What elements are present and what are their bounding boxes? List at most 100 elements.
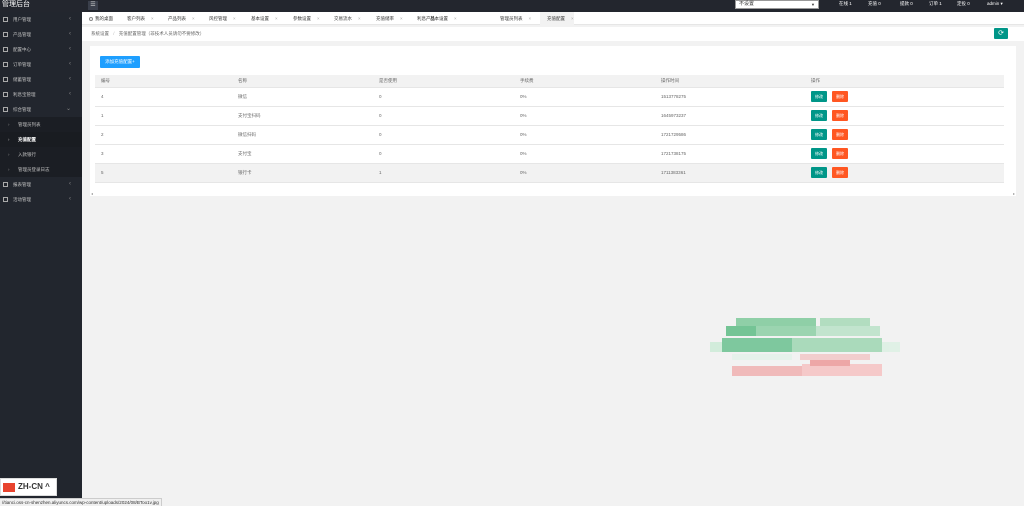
- chevron-down-icon: ⌄: [65, 106, 71, 112]
- sidebar-sub-bank[interactable]: › 入款银行: [0, 147, 82, 162]
- breadcrumb-current: 充值配置管理（非技术人员请勿不要修改）: [118, 31, 205, 36]
- menu-toggle-icon[interactable]: ☰: [88, 1, 98, 10]
- col-id: 编号: [95, 75, 238, 88]
- breadcrumb-root[interactable]: 系统设置: [91, 31, 109, 36]
- tab-params[interactable]: 参数设置 ×: [286, 12, 320, 25]
- chevron-left-icon: ‹: [69, 76, 71, 82]
- stat-fixed[interactable]: 定投 0: [957, 0, 970, 9]
- sidebar-item-activities[interactable]: 活动管理 ‹: [0, 192, 82, 207]
- table-row: 4 微信 0 0% 1513778275 修改 删除: [95, 87, 1004, 107]
- close-icon[interactable]: ×: [571, 16, 574, 21]
- stat-online[interactable]: 在线 1: [839, 0, 852, 9]
- edit-button[interactable]: 修改: [811, 167, 827, 178]
- top-select[interactable]: 不设置 ▼: [735, 0, 819, 9]
- tab-product-list[interactable]: 产品列表 ×: [161, 12, 195, 25]
- menu-icon: [3, 17, 8, 22]
- delete-button[interactable]: 删除: [832, 110, 848, 121]
- config-table: 编号 名称 是否使用 手续费 操作时间 操作 4 微信 0 0% 1513778…: [95, 75, 1004, 183]
- chevron-down-icon: ▼: [811, 2, 815, 7]
- edit-button[interactable]: 修改: [811, 129, 827, 140]
- user-menu[interactable]: admin ▾: [987, 0, 1003, 9]
- refresh-icon: ⟳: [998, 30, 1004, 37]
- edit-button[interactable]: 修改: [811, 91, 827, 102]
- chevron-right-icon: ›: [8, 167, 10, 172]
- sidebar-sub-login-log[interactable]: › 管理员登录日志: [0, 162, 82, 177]
- tab-admin-list[interactable]: 管理员列表 ×: [493, 12, 531, 25]
- refresh-button[interactable]: ⟳: [994, 28, 1008, 39]
- stat-recharge[interactable]: 充值 0: [868, 0, 881, 9]
- edit-button[interactable]: 修改: [811, 110, 827, 121]
- pixelated-watermark: [710, 318, 900, 376]
- chevron-left-icon: ‹: [69, 31, 71, 37]
- col-used: 是否使用: [379, 75, 520, 88]
- close-icon[interactable]: ×: [400, 16, 403, 21]
- chevron-right-icon: ›: [8, 122, 10, 127]
- stat-withdraw[interactable]: 提款 0: [900, 0, 913, 9]
- sidebar-item-users[interactable]: 用户管理 ‹: [0, 12, 82, 27]
- tab-transactions[interactable]: 交易流水 ×: [327, 12, 361, 25]
- chevron-right-icon: ›: [8, 137, 10, 142]
- table-row: 2 微信扫码 0 0% 1721729586 修改 删除: [95, 125, 1004, 145]
- top-select-value: 不设置: [739, 1, 755, 7]
- col-name: 名称: [238, 75, 379, 88]
- chevron-right-icon: ›: [8, 152, 10, 157]
- sidebar-sub-admins[interactable]: › 管理员列表: [0, 117, 82, 132]
- chevron-left-icon: ‹: [69, 61, 71, 67]
- stat-orders[interactable]: 订单 1: [929, 0, 942, 9]
- sidebar-sub-recharge-config[interactable]: › 充值配置: [0, 132, 82, 147]
- menu-icon: [3, 197, 8, 202]
- close-icon[interactable]: ×: [233, 16, 236, 21]
- chevron-left-icon: ‹: [69, 196, 71, 202]
- home-icon: [89, 16, 93, 21]
- menu-icon: [3, 47, 8, 52]
- tab-customers[interactable]: 客户列表 ×: [120, 12, 154, 25]
- add-recharge-config-button[interactable]: 添加充值配置+: [100, 56, 140, 68]
- delete-button[interactable]: 删除: [832, 129, 848, 140]
- delete-button[interactable]: 删除: [832, 167, 848, 178]
- breadcrumb: 系统设置 / 充值配置管理（非技术人员请勿不要修改）: [91, 31, 205, 36]
- close-icon[interactable]: ×: [358, 16, 361, 21]
- chevron-left-icon: ‹: [69, 181, 71, 187]
- close-icon[interactable]: ×: [192, 16, 195, 21]
- scroll-right-icon[interactable]: ▸: [1013, 191, 1015, 196]
- chevron-left-icon: ‹: [69, 91, 71, 97]
- col-actions: 操作: [811, 75, 1004, 88]
- sidebar-item-general[interactable]: 综合管理 ⌄: [0, 102, 82, 117]
- sidebar-item-reports[interactable]: 报表管理 ‹: [0, 177, 82, 192]
- table-row: 3 支付宝 0 0% 1721738175 修改 删除: [95, 144, 1004, 164]
- tab-basic-settings[interactable]: 基本设置 ×: [244, 12, 278, 25]
- scroll-left-icon[interactable]: ◂: [91, 191, 93, 196]
- sidebar-item-config[interactable]: 配置中心 ‹: [0, 42, 82, 57]
- close-icon[interactable]: ×: [275, 16, 278, 21]
- chevron-left-icon: ‹: [69, 46, 71, 52]
- menu-icon: [3, 182, 8, 187]
- sidebar-item-products[interactable]: 产品管理 ‹: [0, 27, 82, 42]
- tab-desktop[interactable]: 我的桌面: [82, 12, 113, 25]
- tab-bar: 我的桌面 客户列表 × 产品列表 × 风控管理 × 基本设置 × 参数设置 × 交易流水 ×…: [82, 12, 1024, 25]
- tab-basic-settings-2[interactable]: 基本设置 ×: [423, 12, 457, 25]
- sidebar-item-interest[interactable]: 利息宝管理 ‹: [0, 87, 82, 102]
- tab-risk[interactable]: 风控管理 ×: [202, 12, 236, 25]
- table-row: 1 支付宝扫码 0 0% 1645973237 修改 删除: [95, 106, 1004, 126]
- breadcrumb-bar: 系统设置 / 充值配置管理（非技术人员请勿不要修改）: [82, 27, 1024, 41]
- table-row: 5 银行卡 1 0% 1711383361 修改 删除: [95, 163, 1004, 183]
- col-time: 操作时间: [661, 75, 811, 88]
- delete-button[interactable]: 删除: [832, 148, 848, 159]
- delete-button[interactable]: 删除: [832, 91, 848, 102]
- user-name: admin: [987, 1, 1000, 6]
- sidebar-item-savings[interactable]: 储蓄管理 ‹: [0, 72, 82, 87]
- horizontal-scrollbar[interactable]: ◂ ▸: [90, 191, 1016, 196]
- edit-button[interactable]: 修改: [811, 148, 827, 159]
- tab-recharge-config[interactable]: 充值配置 ×: [540, 12, 574, 25]
- sidebar-item-orders[interactable]: 订单管理 ‹: [0, 57, 82, 72]
- menu-icon: [3, 92, 8, 97]
- close-icon[interactable]: ×: [317, 16, 320, 21]
- language-switcher[interactable]: ZH-CN ^: [0, 478, 57, 496]
- close-icon[interactable]: ×: [151, 16, 154, 21]
- tab-recharge-rate[interactable]: 充值储率 ×: [369, 12, 403, 25]
- col-fee: 手续费: [520, 75, 661, 88]
- close-icon[interactable]: ×: [454, 16, 457, 21]
- status-bar-url: //tianci.oss-cn-shenzhen.aliyuncs.com/wp…: [0, 498, 162, 506]
- top-bar: 管理后台 ☰ 不设置 ▼ 在线 1 充值 0 提款 0 订单 1 定投 0 ad…: [0, 0, 1024, 12]
- close-icon[interactable]: ×: [529, 16, 532, 21]
